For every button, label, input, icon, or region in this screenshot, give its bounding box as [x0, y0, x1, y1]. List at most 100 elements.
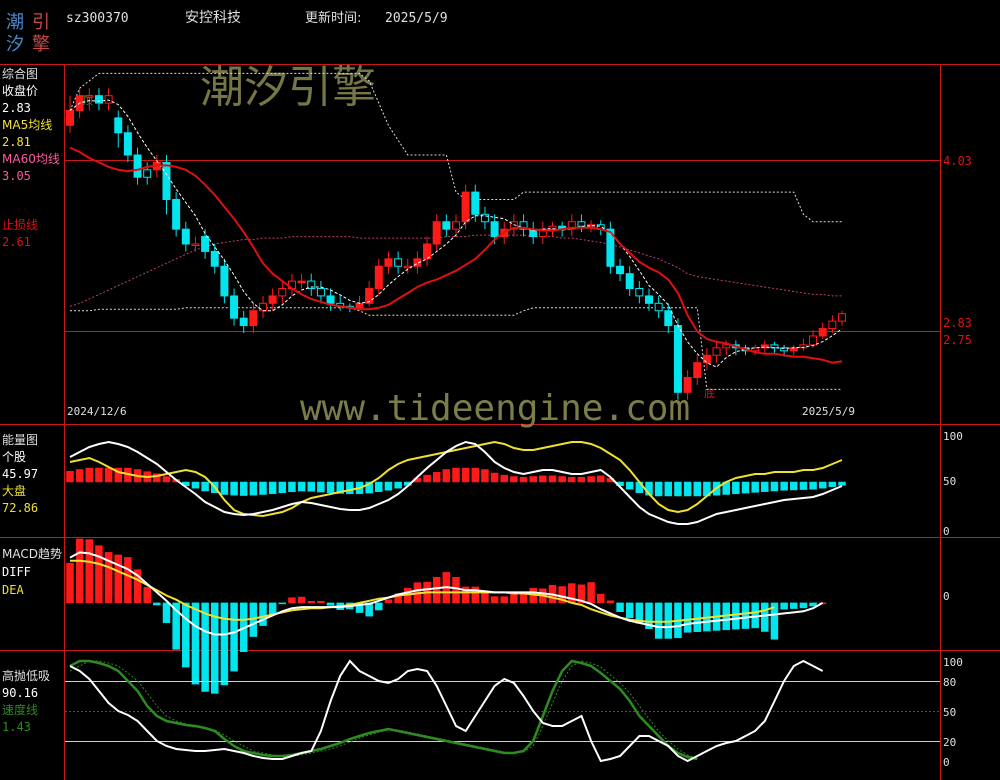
- candle: [316, 281, 325, 304]
- osc-ref-lines: [65, 681, 940, 742]
- energy-bar: [500, 474, 508, 483]
- candle-body: [365, 288, 374, 304]
- candle-body: [722, 344, 731, 349]
- candle: [423, 236, 432, 267]
- main-axis-label-top: 4.03: [943, 154, 972, 168]
- candle-body: [259, 302, 267, 312]
- osc-axis-80: 80: [943, 676, 956, 689]
- main-axis-label-low: 2.75: [943, 333, 972, 347]
- main-axis-labels: 4.03 2.83 2.75: [943, 154, 972, 347]
- energy-bar: [799, 481, 808, 490]
- candle-body: [143, 169, 152, 178]
- candle-body: [693, 362, 702, 378]
- macd-axis-0: 0: [943, 590, 950, 603]
- macd-bar: [654, 602, 663, 639]
- macd-title: MACD趋势: [2, 547, 62, 561]
- candle: [172, 192, 181, 237]
- candle-body: [239, 317, 248, 327]
- energy-bar: [548, 475, 557, 483]
- energy-bar: [519, 476, 528, 483]
- candle-body: [818, 328, 827, 337]
- candle: [181, 221, 190, 252]
- candle: [828, 315, 837, 333]
- candle: [529, 221, 538, 244]
- header: 潮 引 汐 擎 sz300370 安控科技 更新时间: 2025/5/9: [6, 10, 448, 55]
- legend-close-value: 2.83: [2, 101, 31, 115]
- macd-bar: [384, 599, 393, 604]
- macd-bar: [693, 602, 701, 632]
- candle: [519, 214, 528, 237]
- energy-title: 能量图: [2, 433, 38, 447]
- candle-body: [181, 228, 190, 245]
- upper-band-line: [69, 72, 842, 223]
- osc-axis-100: 100: [943, 656, 963, 669]
- energy-bar: [239, 481, 248, 496]
- energy-bar: [625, 481, 634, 490]
- macd-bar: [191, 602, 200, 685]
- energy-bar: [442, 469, 451, 483]
- candle: [442, 214, 451, 237]
- energy-bar: [297, 481, 306, 492]
- candle-body: [654, 302, 663, 312]
- candle: [336, 295, 345, 311]
- osc-axis-labels: 100 80 50 20 0: [943, 656, 963, 769]
- candle: [210, 244, 219, 274]
- main-axis-label-mid: 2.83: [943, 316, 972, 330]
- candle: [789, 344, 798, 356]
- candle: [480, 206, 489, 230]
- candle-body: [133, 154, 142, 178]
- osc-price-value: 90.16: [2, 686, 38, 700]
- candle: [432, 214, 441, 252]
- candle-body: [123, 132, 132, 156]
- energy-bar: [683, 481, 692, 497]
- energy-bar: [751, 481, 759, 493]
- candle-body: [432, 221, 441, 245]
- main-panel-legend: 综合图 收盘价 2.83 MA5均线 2.81 MA60均线 3.05 止损线 …: [2, 66, 60, 249]
- macd-bar: [124, 557, 132, 604]
- energy-bar: [674, 481, 682, 497]
- energy-bar: [95, 467, 103, 483]
- stock-analysis-chart: 潮 引 汐 擎 sz300370 安控科技 更新时间: 2025/5/9 综合图…: [0, 10, 1000, 780]
- energy-bar: [452, 467, 460, 483]
- candle: [799, 338, 808, 351]
- update-date: 2025/5/9: [385, 11, 448, 26]
- osc-axis-20: 20: [943, 736, 956, 749]
- candle: [66, 95, 74, 133]
- candle: [287, 273, 296, 296]
- candle-body: [616, 265, 625, 275]
- candle: [635, 281, 644, 304]
- candle: [384, 251, 393, 274]
- candle-body: [355, 302, 364, 309]
- candle-body: [828, 320, 837, 330]
- energy-panel-legend: 能量图 个股 45.97 大盘 72.86: [2, 433, 38, 515]
- candle: [278, 281, 287, 304]
- macd-bar: [587, 582, 595, 604]
- macd-bar: [66, 562, 74, 604]
- energy-bar: [346, 481, 354, 495]
- candle-body: [702, 354, 711, 364]
- candle-body: [94, 95, 103, 104]
- candle: [133, 147, 142, 185]
- energy-bar: [66, 471, 74, 483]
- macd-bar: [790, 602, 798, 609]
- energy-bar: [664, 481, 673, 497]
- energy-bar: [461, 467, 470, 483]
- candle: [538, 221, 547, 244]
- macd-panel-legend: MACD趋势 DIFF DEA: [2, 547, 62, 597]
- energy-bar: [481, 469, 489, 483]
- candle: [577, 214, 586, 233]
- macd-bar: [780, 602, 788, 610]
- energy-bar: [780, 481, 788, 491]
- candle: [664, 303, 673, 333]
- osc-speed-label: 速度线: [2, 702, 38, 717]
- candle: [297, 273, 306, 289]
- macd-bar: [153, 602, 161, 606]
- energy-bar: [317, 481, 325, 493]
- candle-body: [278, 288, 287, 297]
- energy-bar: [191, 481, 200, 489]
- candle: [374, 258, 383, 296]
- date-start: 2024/12/6: [67, 405, 127, 418]
- logo-char-4: 擎: [32, 34, 50, 55]
- candle-body: [673, 325, 682, 393]
- candle-body: [394, 258, 403, 267]
